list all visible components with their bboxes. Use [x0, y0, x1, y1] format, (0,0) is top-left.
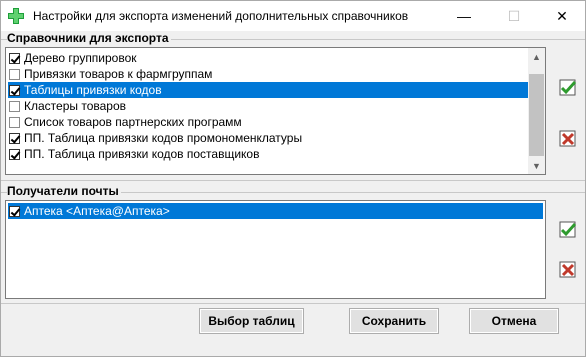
references-scrollbar[interactable]: ▲ ▼	[528, 48, 545, 174]
references-check-all-button[interactable]	[557, 77, 579, 99]
reference-list-item-label: Кластеры товаров	[24, 99, 127, 113]
recipients-group-label: Получатели почты	[7, 184, 121, 198]
reference-list-item-label: ПП. Таблица привязки кодов поставщиков	[24, 147, 260, 161]
checkbox-checked[interactable]	[9, 148, 20, 160]
references-group-label: Справочники для экспорта	[7, 31, 171, 45]
checkbox-checked[interactable]	[9, 205, 20, 217]
check-all-icon	[559, 79, 577, 96]
uncheck-all-icon	[559, 261, 576, 278]
check-all-icon	[559, 221, 577, 238]
minimize-button[interactable]: —	[441, 1, 487, 31]
close-button[interactable]: ✕	[539, 1, 585, 31]
select-tables-button[interactable]: Выбор таблиц	[199, 308, 304, 334]
scroll-up-arrow-icon[interactable]: ▲	[528, 48, 545, 65]
recipients-uncheck-all-button[interactable]	[557, 259, 579, 281]
scroll-thumb[interactable]	[529, 74, 544, 156]
reference-list-item[interactable]: ПП. Таблица привязки кодов поставщиков	[8, 146, 528, 162]
title-bar: Настройки для экспорта изменений дополни…	[1, 1, 585, 31]
app-cross-icon	[8, 8, 24, 24]
uncheck-all-icon	[559, 130, 576, 147]
checkbox-checked[interactable]	[9, 132, 20, 144]
references-uncheck-all-button[interactable]	[557, 128, 579, 150]
checkbox-unchecked[interactable]	[9, 116, 20, 128]
export-settings-window: Настройки для экспорта изменений дополни…	[0, 0, 586, 357]
recipients-listbox[interactable]: Аптека <Аптека@Аптека>	[5, 200, 546, 299]
reference-list-item-label: ПП. Таблица привязки кодов промономенкла…	[24, 131, 303, 145]
reference-list-item[interactable]: Список товаров партнерских программ	[8, 114, 528, 130]
recipients-check-all-button[interactable]	[557, 219, 579, 241]
reference-list-item[interactable]: Дерево группировок	[8, 50, 528, 66]
checkbox-checked[interactable]	[9, 84, 20, 96]
save-button[interactable]: Сохранить	[349, 308, 439, 334]
references-listbox[interactable]: Дерево группировок Привязки товаров к фар…	[5, 47, 546, 175]
checkbox-unchecked[interactable]	[9, 68, 20, 80]
reference-list-item[interactable]: Привязки товаров к фармгруппам	[8, 66, 528, 82]
reference-list-item-label: Список товаров партнерских программ	[24, 115, 242, 129]
recipient-list-item-label: Аптека <Аптека@Аптека>	[24, 204, 170, 218]
reference-list-item[interactable]: Кластеры товаров	[8, 98, 528, 114]
checkbox-checked[interactable]	[9, 52, 20, 64]
reference-list-item[interactable]: ПП. Таблица привязки кодов промономенкла…	[8, 130, 528, 146]
reference-list-item-label: Таблицы привязки кодов	[24, 83, 162, 97]
cancel-button[interactable]: Отмена	[469, 308, 559, 334]
recipient-list-item[interactable]: Аптека <Аптека@Аптека>	[8, 203, 543, 219]
scroll-down-arrow-icon[interactable]: ▼	[528, 157, 545, 174]
checkbox-unchecked[interactable]	[9, 100, 20, 112]
reference-list-item-label: Дерево группировок	[24, 51, 137, 65]
maximize-button[interactable]: ☐	[491, 1, 537, 31]
window-title: Настройки для экспорта изменений дополни…	[33, 9, 409, 23]
reference-list-item[interactable]: Таблицы привязки кодов	[8, 82, 528, 98]
reference-list-item-label: Привязки товаров к фармгруппам	[24, 67, 213, 81]
